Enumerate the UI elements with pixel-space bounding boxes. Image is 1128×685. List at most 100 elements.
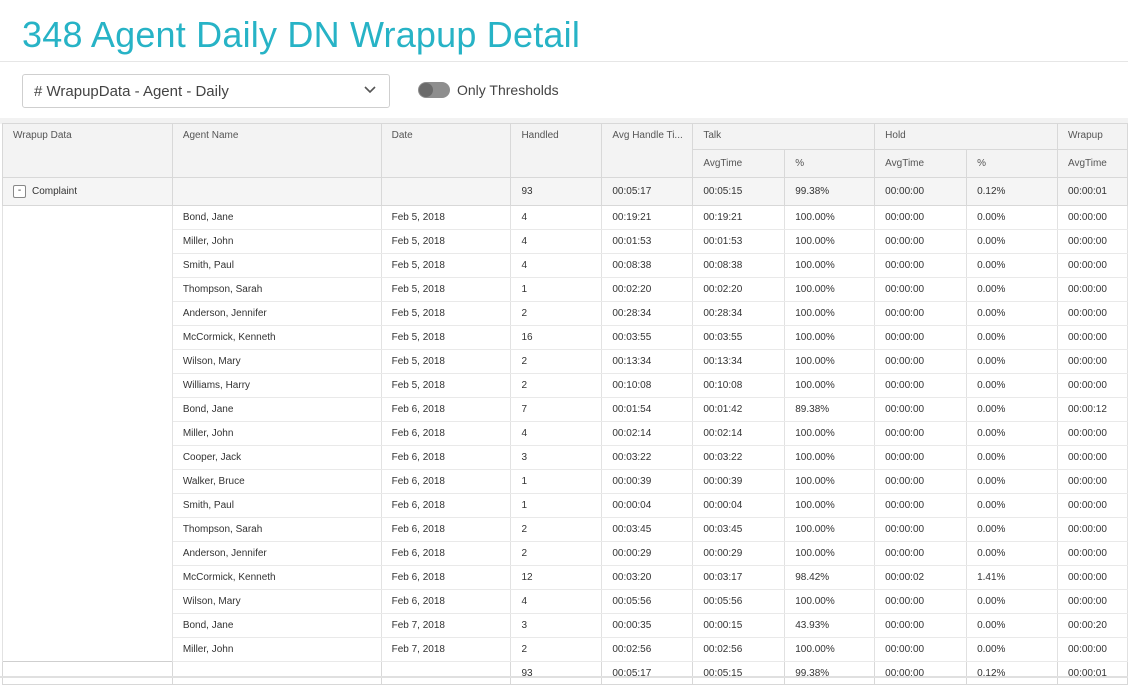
col-header-talk-avgtime[interactable]: AvgTime [692,149,786,178]
table-row[interactable]: Williams, Harry Feb 5, 2018 2 00:10:08 00:10… [2,373,1128,398]
cell-wrapup-avgtime: 00:00:00 [1056,445,1128,470]
table-row[interactable]: Miller, John Feb 5, 2018 4 00:01:53 00:01:53… [2,229,1128,254]
only-thresholds-toggle[interactable] [418,82,450,98]
table-row[interactable]: Thompson, Sarah Feb 6, 2018 2 00:03:45 00:03… [2,517,1128,542]
cell-wrapup-data [2,445,173,470]
cell-avg-handle-time: 00:19:21 [601,205,694,230]
col-group-talk: Talk [692,123,876,150]
table-row[interactable]: Wilson, Mary Feb 6, 2018 4 00:05:56 00:05:56… [2,589,1128,614]
col-header-talk-pct[interactable]: % [784,149,876,178]
table-row[interactable]: Bond, Jane Feb 7, 2018 3 00:00:35 00:00:15 43… [2,613,1128,638]
group-empty-agent [171,177,382,206]
dataset-select[interactable]: # WrapupData - Agent - Daily [22,74,390,108]
cell-agent-name: Bond, Jane [171,397,382,422]
chevron-down-icon [364,86,376,94]
cell-hold-pct: 0.00% [966,373,1058,398]
totals-empty-1 [2,661,173,685]
collapse-icon[interactable]: - [13,185,26,198]
cell-date: Feb 5, 2018 [380,325,512,350]
cell-date: Feb 5, 2018 [380,301,512,326]
table-row[interactable]: Cooper, Jack Feb 6, 2018 3 00:03:22 00:03:22… [2,445,1128,470]
cell-wrapup-avgtime: 00:00:00 [1056,277,1128,302]
cell-agent-name: McCormick, Kenneth [171,565,382,590]
cell-wrapup-data [2,253,173,278]
cell-wrapup-avgtime: 00:00:00 [1056,541,1128,566]
cell-talk-avgtime: 00:00:29 [692,541,786,566]
cell-handled: 3 [510,613,603,638]
cell-agent-name: Anderson, Jennifer [171,301,382,326]
group-wrapup-avg: 00:00:01 [1056,177,1128,206]
cell-date: Feb 6, 2018 [380,445,512,470]
cell-hold-avgtime: 00:00:00 [874,349,968,374]
table-row[interactable]: Anderson, Jennifer Feb 6, 2018 2 00:00:29 00… [2,541,1128,566]
cell-wrapup-data [2,205,173,230]
table-row[interactable]: McCormick, Kenneth Feb 6, 2018 12 00:03:20 0… [2,565,1128,590]
cell-talk-pct: 100.00% [784,589,876,614]
table-row[interactable]: Miller, John Feb 6, 2018 4 00:02:14 00:02:14… [2,421,1128,446]
cell-wrapup-data [2,277,173,302]
cell-agent-name: Wilson, Mary [171,589,382,614]
table-row[interactable]: Thompson, Sarah Feb 5, 2018 1 00:02:20 00:02… [2,277,1128,302]
cell-hold-avgtime: 00:00:00 [874,469,968,494]
table-row[interactable]: Bond, Jane Feb 5, 2018 4 00:19:21 00:19:21 10… [2,205,1128,230]
col-header-agent-name[interactable]: Agent Name [171,123,382,178]
cell-talk-avgtime: 00:00:15 [692,613,786,638]
cell-hold-avgtime: 00:00:00 [874,397,968,422]
cell-agent-name: Anderson, Jennifer [171,541,382,566]
cell-date: Feb 6, 2018 [380,517,512,542]
cell-talk-avgtime: 00:02:14 [692,421,786,446]
col-header-handled[interactable]: Handled [510,123,603,178]
cell-avg-handle-time: 00:00:29 [601,541,694,566]
col-header-wrapup-avgtime[interactable]: AvgTime [1056,149,1128,178]
cell-agent-name: Smith, Paul [171,253,382,278]
cell-hold-avgtime: 00:00:00 [874,253,968,278]
table-row[interactable]: Anderson, Jennifer Feb 5, 2018 2 00:28:34 00… [2,301,1128,326]
col-header-avg-handle-time[interactable]: Avg Handle Ti... [601,123,694,178]
table-row[interactable]: Miller, John Feb 7, 2018 2 00:02:56 00:02:56… [2,637,1128,662]
table-row[interactable]: Smith, Paul Feb 6, 2018 1 00:00:04 00:00:04 1… [2,493,1128,518]
cell-talk-avgtime: 00:13:34 [692,349,786,374]
cell-wrapup-data [2,421,173,446]
table-row[interactable]: McCormick, Kenneth Feb 5, 2018 16 00:03:55 0… [2,325,1128,350]
cell-talk-avgtime: 00:05:56 [692,589,786,614]
cell-wrapup-avgtime: 00:00:00 [1056,301,1128,326]
table-row[interactable]: Wilson, Mary Feb 5, 2018 2 00:13:34 00:13:34… [2,349,1128,374]
cell-handled: 7 [510,397,603,422]
cell-handled: 16 [510,325,603,350]
cell-avg-handle-time: 00:28:34 [601,301,694,326]
cell-agent-name: Wilson, Mary [171,349,382,374]
cell-talk-avgtime: 00:03:17 [692,565,786,590]
cell-talk-pct: 100.00% [784,301,876,326]
cell-handled: 4 [510,205,603,230]
table-row[interactable]: Smith, Paul Feb 5, 2018 4 00:08:38 00:08:38 1… [2,253,1128,278]
cell-date: Feb 6, 2018 [380,565,512,590]
cell-handled: 1 [510,469,603,494]
cell-talk-pct: 100.00% [784,637,876,662]
cell-wrapup-avgtime: 00:00:00 [1056,373,1128,398]
cell-hold-avgtime: 00:00:00 [874,277,968,302]
col-header-date[interactable]: Date [380,123,512,178]
col-header-wrapup-data[interactable]: Wrapup Data [2,123,173,178]
totals-row: 93 00:05:17 00:05:15 99.38% 00:00:00 0.1… [2,661,1128,685]
cell-avg-handle-time: 00:01:53 [601,229,694,254]
cell-avg-handle-time: 00:00:39 [601,469,694,494]
toggle-knob [419,83,433,97]
group-handled: 93 [510,177,603,206]
cell-avg-handle-time: 00:05:56 [601,589,694,614]
cell-talk-avgtime: 00:03:22 [692,445,786,470]
cell-wrapup-avgtime: 00:00:00 [1056,589,1128,614]
table-row[interactable]: Walker, Bruce Feb 6, 2018 1 00:00:39 00:00:3… [2,469,1128,494]
totals-hold-avg: 00:00:00 [874,661,968,685]
col-header-hold-avgtime[interactable]: AvgTime [874,149,968,178]
cell-date: Feb 7, 2018 [380,613,512,638]
col-header-hold-pct[interactable]: % [966,149,1058,178]
title-divider [0,61,1128,62]
cell-wrapup-avgtime: 00:00:00 [1056,205,1128,230]
cell-wrapup-data [2,349,173,374]
cell-agent-name: Miller, John [171,229,382,254]
cell-date: Feb 6, 2018 [380,421,512,446]
table-row[interactable]: Bond, Jane Feb 6, 2018 7 00:01:54 00:01:42 89… [2,397,1128,422]
cell-avg-handle-time: 00:03:45 [601,517,694,542]
cell-hold-avgtime: 00:00:00 [874,301,968,326]
cell-talk-pct: 100.00% [784,421,876,446]
